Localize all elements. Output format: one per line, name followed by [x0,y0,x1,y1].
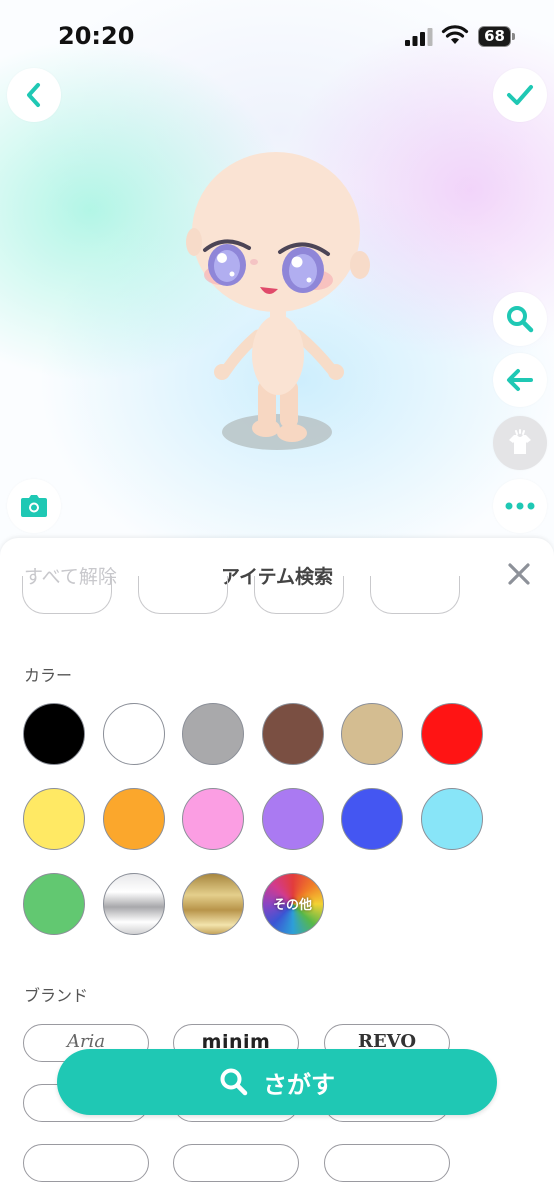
color-swatch-light-blue[interactable] [421,788,483,850]
back-button[interactable] [7,68,61,122]
camera-button[interactable] [7,479,61,533]
brand-pill[interactable] [173,1144,299,1182]
battery-level: 68 [484,27,505,45]
category-pill[interactable] [370,576,460,614]
category-pill-row [0,576,554,618]
brand-section-label: ブランド [24,986,89,1005]
color-swatch-gold[interactable] [182,873,244,935]
camera-icon [21,495,47,517]
search-button-label: さがす [263,1070,335,1099]
color-swatch-purple[interactable] [262,788,324,850]
color-swatch-pink[interactable] [182,788,244,850]
search-submit-button[interactable]: さがす [57,1049,497,1115]
color-swatch-black[interactable] [23,703,85,765]
status-bar: 20:20 68 [0,0,554,70]
close-icon[interactable] [506,561,532,587]
other-color-label: その他 [272,898,312,913]
color-swatch-beige[interactable] [341,703,403,765]
more-options-button[interactable] [493,479,547,533]
category-pill[interactable] [138,576,228,614]
brand-pill[interactable] [324,1144,450,1182]
color-swatch-other[interactable]: その他 [262,873,324,935]
search-icon [220,1068,248,1096]
avatar-stage: 20:20 68 [0,0,554,560]
color-swatch-white[interactable] [103,703,165,765]
checkmark-icon [507,85,533,105]
shirt-icon [509,429,531,454]
color-swatch-brown[interactable] [262,703,324,765]
color-swatch-red[interactable] [421,703,483,765]
undo-button[interactable] [493,353,547,407]
color-swatch-green[interactable] [23,873,85,935]
cellular-signal-icon [405,28,433,46]
wifi-icon [441,25,469,44]
color-swatch-blue[interactable] [341,788,403,850]
confirm-button[interactable] [493,68,547,122]
chevron-left-icon [27,83,40,107]
status-time: 20:20 [58,22,135,50]
arrow-left-icon [507,369,533,391]
color-swatch-gray[interactable] [182,703,244,765]
ellipsis-icon [505,502,535,510]
battery-cap [512,33,515,40]
brand-pill[interactable] [23,1144,149,1182]
zoom-button[interactable] [493,292,547,346]
battery-indicator: 68 [478,26,516,47]
category-pill[interactable] [254,576,344,614]
color-swatch-orange[interactable] [103,788,165,850]
color-swatch-yellow[interactable] [23,788,85,850]
outfit-toggle-button[interactable] [493,416,547,470]
avatar-character [186,152,370,450]
color-section-label: カラー [24,666,73,685]
color-swatch-silver[interactable] [103,873,165,935]
magnifier-icon [507,306,534,333]
category-pill[interactable] [22,576,112,614]
